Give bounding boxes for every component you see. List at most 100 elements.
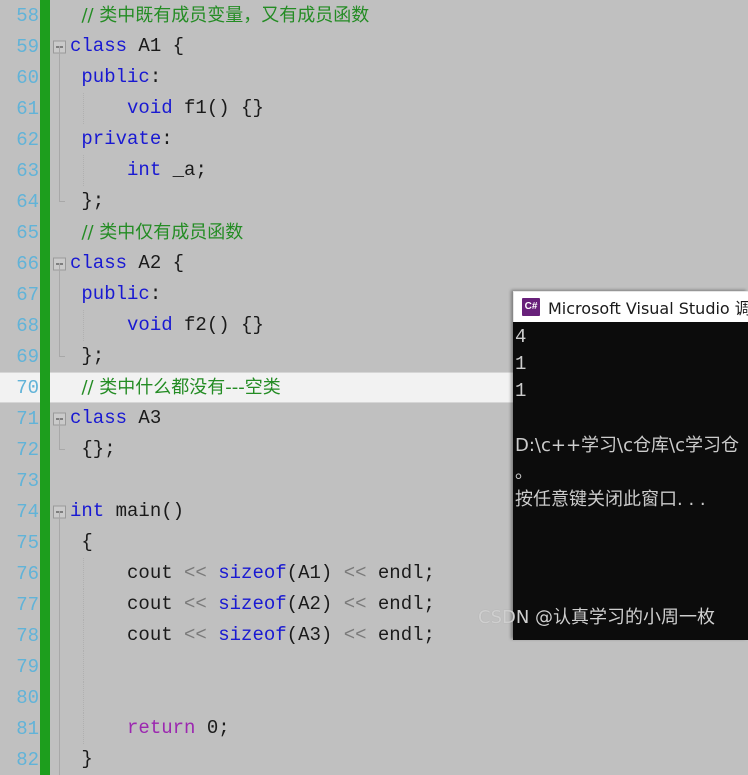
code-tokens: void f1() {} (70, 97, 264, 119)
line-number-gutter: 70 (0, 372, 40, 403)
outlining-column[interactable] (50, 0, 70, 31)
code-line-61[interactable]: 61 void f1() {} (0, 93, 748, 124)
code-line-79[interactable]: 79 (0, 651, 748, 682)
code-tokens: void f2() {} (70, 314, 264, 336)
outlining-column[interactable] (50, 31, 70, 62)
outlining-column[interactable] (50, 403, 70, 434)
code-tokens: // 类中既有成员变量，又有成员函数 (70, 5, 369, 27)
change-indicator-bar (40, 124, 50, 155)
code-text[interactable]: }; (70, 186, 748, 217)
code-token: f1() {} (172, 97, 264, 119)
code-token: endl; (366, 593, 435, 615)
outlining-column[interactable] (50, 434, 70, 465)
outlining-column[interactable] (50, 496, 70, 527)
code-token: endl; (366, 562, 435, 584)
code-token: class (70, 252, 128, 274)
outlining-column[interactable] (50, 589, 70, 620)
outlining-column[interactable] (50, 372, 70, 403)
outlining-column[interactable] (50, 93, 70, 124)
code-token: sizeof (218, 593, 287, 615)
outlining-column[interactable] (50, 682, 70, 713)
code-line-80[interactable]: 80 (0, 682, 748, 713)
outlining-column[interactable] (50, 465, 70, 496)
line-number: 66 (16, 252, 39, 275)
debug-console-window[interactable]: C# Microsoft Visual Studio 调试 4 1 1 D:\c++学… (513, 291, 748, 640)
indent-guide (83, 93, 85, 124)
change-indicator-bar (40, 713, 50, 744)
indent-guide (83, 155, 85, 186)
code-token: public (81, 283, 150, 305)
code-text[interactable]: void f1() {} (70, 93, 748, 124)
code-text[interactable]: class A2 { (70, 248, 748, 279)
code-tokens: class A2 { (70, 252, 184, 274)
code-text[interactable]: public: (70, 62, 748, 93)
code-line-82[interactable]: 82 } (0, 744, 748, 775)
console-output-line: 1 (515, 380, 527, 402)
code-text[interactable] (70, 682, 748, 713)
code-text[interactable]: private: (70, 124, 748, 155)
outlining-column[interactable] (50, 124, 70, 155)
outlining-column[interactable] (50, 527, 70, 558)
indent-guide (83, 713, 85, 744)
outlining-column[interactable] (50, 248, 70, 279)
line-number-gutter: 75 (0, 527, 40, 558)
code-line-63[interactable]: 63 int _a; (0, 155, 748, 186)
line-number: 80 (16, 686, 39, 709)
change-indicator-bar (40, 434, 50, 465)
change-indicator-bar (40, 155, 50, 186)
code-text[interactable]: return 0; (70, 713, 748, 744)
line-number-gutter: 64 (0, 186, 40, 217)
outlining-column[interactable] (50, 744, 70, 775)
code-text[interactable]: class A1 { (70, 31, 748, 62)
code-token: { (70, 531, 93, 553)
outlining-column[interactable] (50, 62, 70, 93)
code-tokens: cout << sizeof(A2) << endl; (70, 593, 435, 615)
code-line-62[interactable]: 62 private: (0, 124, 748, 155)
console-title-bar[interactable]: C# Microsoft Visual Studio 调试 (513, 291, 748, 322)
line-number: 60 (16, 66, 39, 89)
line-number: 62 (16, 128, 39, 151)
code-line-65[interactable]: 65 // 类中仅有成员函数 (0, 217, 748, 248)
outlining-column[interactable] (50, 155, 70, 186)
csdn-watermark: CSDN @认真学习的小周一枚 (478, 607, 716, 628)
code-text[interactable]: int _a; (70, 155, 748, 186)
code-line-66[interactable]: 66 class A2 { (0, 248, 748, 279)
code-text[interactable]: // 类中仅有成员函数 (70, 217, 748, 248)
line-number: 79 (16, 655, 39, 678)
code-line-58[interactable]: 58 // 类中既有成员变量，又有成员函数 (0, 0, 748, 31)
change-indicator-bar (40, 496, 50, 527)
visual-studio-icon-label: C# (524, 301, 538, 312)
code-token: f2() {} (172, 314, 264, 336)
outlining-column[interactable] (50, 310, 70, 341)
line-number-gutter: 72 (0, 434, 40, 465)
code-token: public (81, 66, 150, 88)
change-indicator-bar (40, 217, 50, 248)
outlining-column[interactable] (50, 651, 70, 682)
outlining-column[interactable] (50, 217, 70, 248)
outlining-column[interactable] (50, 186, 70, 217)
code-text[interactable]: } (70, 744, 748, 775)
fold-line (59, 155, 60, 186)
outlining-column[interactable] (50, 558, 70, 589)
code-tokens: public: (70, 66, 161, 88)
code-line-64[interactable]: 64 }; (0, 186, 748, 217)
code-line-81[interactable]: 81 return 0; (0, 713, 748, 744)
code-text[interactable]: // 类中既有成员变量，又有成员函数 (70, 0, 748, 31)
line-number: 77 (16, 593, 39, 616)
outlining-column[interactable] (50, 279, 70, 310)
change-indicator-bar (40, 620, 50, 651)
outlining-column[interactable] (50, 620, 70, 651)
code-token: private (81, 128, 162, 150)
line-number-gutter: 71 (0, 403, 40, 434)
outlining-column[interactable] (50, 713, 70, 744)
outlining-column[interactable] (50, 341, 70, 372)
code-line-59[interactable]: 59 class A1 { (0, 31, 748, 62)
console-output-line: D:\c++学习\c仓库\c学习仓 (515, 435, 739, 456)
fold-line (59, 263, 60, 279)
code-text[interactable] (70, 651, 748, 682)
line-number-gutter: 69 (0, 341, 40, 372)
code-token: int (70, 500, 105, 522)
code-line-60[interactable]: 60 public: (0, 62, 748, 93)
